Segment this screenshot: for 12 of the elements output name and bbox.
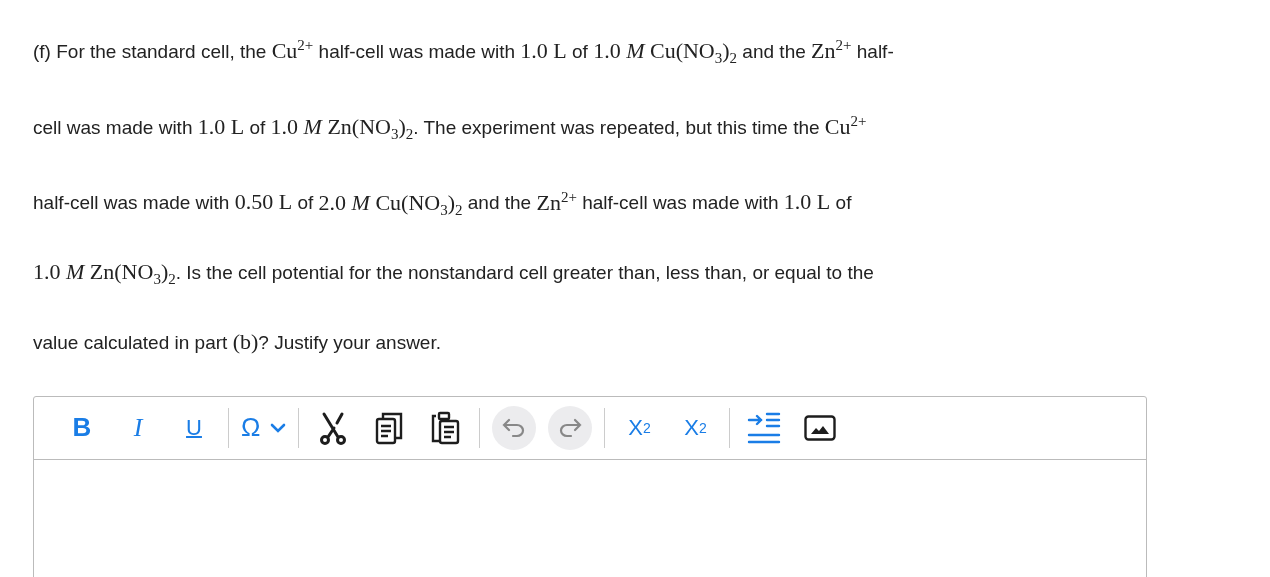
undo-icon [502, 417, 527, 438]
redo-icon [558, 417, 583, 438]
underline-button[interactable]: U [172, 405, 216, 450]
question-text: (f) For the standard cell, the Cu$^{2+}$ half-cell was made with 1.0 L of 1.0 M Cu(NO$_{3}$)$_{2}$ and the Zn$^{2+}$ half- cell was made with 1.0 L of 1.0 M Zn(NO$_{3}$)$_{2}$. The experiment was repeated, but this time the Cu$^{2+}$ half-cell was made with 0.50 L of 2.0 M Cu(NO$_{3}$)$_{2}$ and the Zn$^{2+}$ half-cell was made with 1.0 L of 1.0 M Zn(NO$_{3}$)$_{2}$. Is the cell potential for the nonstandard cell greater than, less than, or equal to the value calculated in part (b)? Justify your answer. [32, 36, 895, 356]
image-icon [804, 414, 837, 441]
copy-icon [375, 410, 404, 445]
italic-button[interactable]: I [116, 405, 160, 450]
clipboard-icon [430, 410, 461, 445]
chevron-down-icon [270, 422, 287, 433]
indent-icon [747, 411, 782, 444]
bold-button[interactable]: B [60, 405, 104, 450]
special-character-button[interactable]: Ω [241, 405, 287, 450]
